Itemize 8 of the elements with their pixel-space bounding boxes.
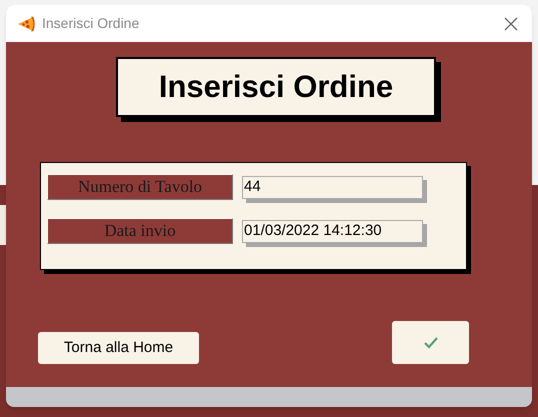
window-title: Inserisci Ordine — [42, 14, 140, 33]
close-icon[interactable] — [504, 16, 518, 30]
field-label: Data invio — [47, 218, 233, 244]
home-button[interactable]: Torna alla Home — [38, 332, 199, 364]
field-label: Numero di Tavolo — [47, 174, 233, 200]
pizza-icon — [16, 14, 36, 34]
page-heading: Inserisci Ordine — [158, 68, 394, 106]
check-icon — [424, 336, 438, 348]
